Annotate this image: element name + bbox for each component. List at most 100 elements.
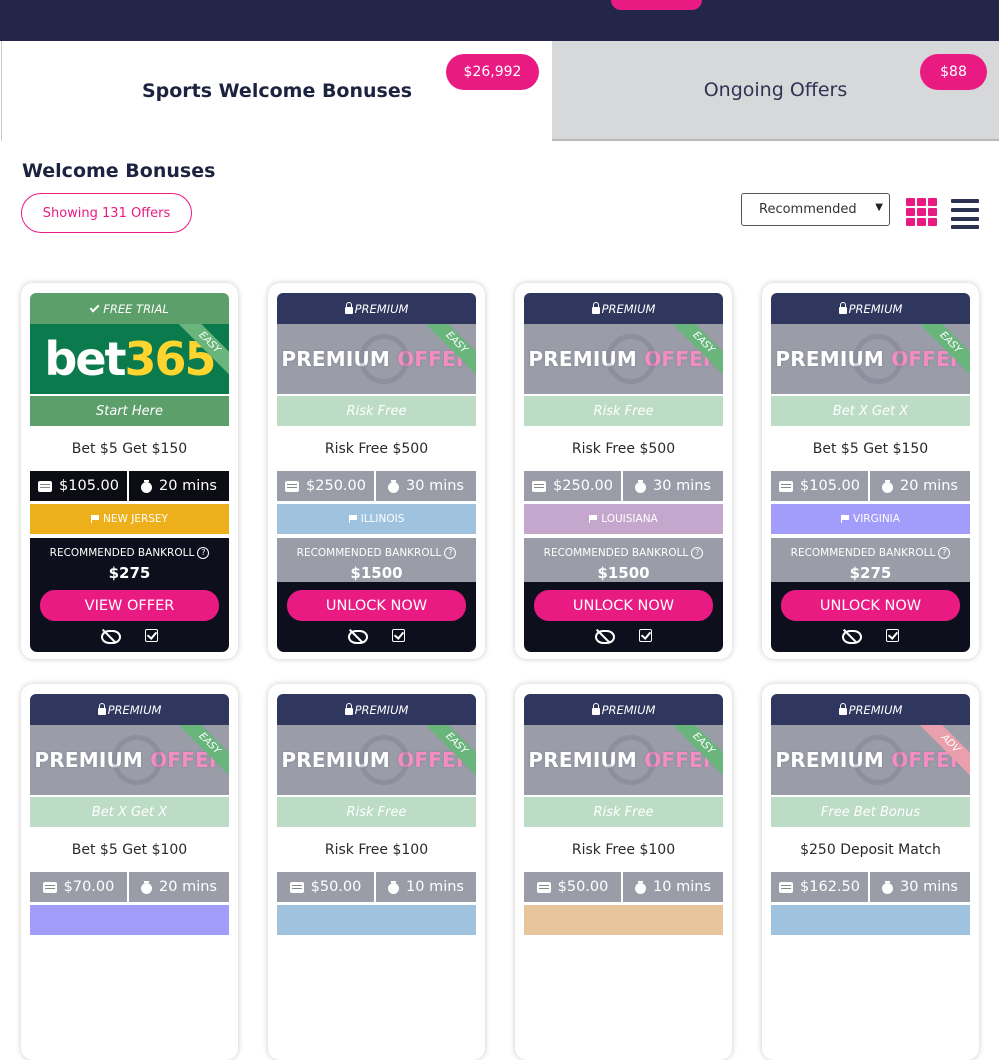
stopwatch-icon [388,880,400,894]
card-header: PREMIUM [277,694,476,725]
coins-icon [285,480,300,492]
coins-icon [532,480,547,492]
hide-icon[interactable] [101,629,121,644]
state-badge [277,905,476,935]
offer-title: Risk Free $500 [571,440,676,457]
offer-title: Bet $5 Get $150 [71,440,188,457]
offer-type-label: Free Bet Bonus [771,797,970,827]
offer-title: Risk Free $100 [571,841,676,858]
premium-offer-image[interactable]: PREMIUM OFFER EASY [277,324,476,394]
mark-done-icon[interactable] [392,629,405,642]
offer-card: FREE TRIAL bet365 EASY Start Here Bet $5… [21,283,238,659]
bankroll-panel: RECOMMENDED BANKROLL? $1500 UNLOCK NOW [277,538,476,652]
profit-value: $162.50 [771,872,868,902]
time-value: 30 mins [870,872,970,902]
coins-icon [289,881,304,893]
sort-select[interactable]: Recommended ▼ [741,193,890,226]
lock-icon [591,702,600,715]
state-badge: NEW JERSEY [30,504,229,534]
view-offer-button[interactable]: VIEW OFFER [40,590,219,621]
profit-value: $50.00 [524,872,621,902]
unlock-now-button[interactable]: UNLOCK NOW [534,590,713,621]
unlock-now-button[interactable]: UNLOCK NOW [781,590,960,621]
card-header: PREMIUM [277,293,476,324]
premium-offer-image[interactable]: PREMIUM OFFER ADV [771,725,970,795]
state-badge [771,905,970,935]
flag-icon [91,515,100,523]
bankroll-value: $275 [849,564,892,582]
offer-tabs: Sports Welcome Bonuses Ongoing Offers $2… [0,41,999,141]
state-badge: VIRGINIA [771,504,970,534]
stopwatch-icon [635,479,647,493]
mark-done-icon[interactable] [886,629,899,642]
unlock-now-button[interactable]: UNLOCK NOW [287,590,466,621]
hide-icon[interactable] [842,629,862,644]
time-value: 20 mins [870,471,970,501]
bet365-logo[interactable]: bet365 EASY [30,324,229,394]
time-value: 30 mins [376,471,476,501]
card-header: PREMIUM [771,293,970,324]
offer-card: PREMIUM PREMIUM OFFER EASY Risk Free Ris… [515,283,732,659]
flag-icon [348,515,358,523]
help-icon[interactable]: ? [938,547,951,559]
help-icon[interactable]: ? [691,547,704,559]
premium-offer-image[interactable]: PREMIUM OFFER EASY [277,725,476,795]
help-icon[interactable]: ? [197,547,210,559]
offer-title: $250 Deposit Match [800,841,941,858]
tab-label: Sports Welcome Bonuses [141,80,413,102]
lock-icon [838,702,847,715]
mark-done-icon[interactable] [145,629,158,642]
card-header: PREMIUM [524,694,723,725]
offer-type-label: Risk Free [524,396,723,426]
nav-pill-button[interactable] [611,0,702,10]
lock-icon [591,301,600,314]
state-badge: LOUISIANA [524,504,723,534]
premium-offer-image[interactable]: PREMIUM OFFER EASY [771,324,970,394]
stopwatch-icon [882,880,894,894]
list-view-icon[interactable] [951,198,979,229]
bankroll-panel: RECOMMENDED BANKROLL? $275 UNLOCK NOW [771,538,970,652]
card-header: PREMIUM [771,694,970,725]
coins-icon [536,881,551,893]
stopwatch-icon [141,880,153,894]
ongoing-total-badge: $88 [920,54,987,90]
sort-selected-value: Recommended [759,202,857,217]
premium-offer-image[interactable]: PREMIUM OFFER EASY [30,725,229,795]
premium-offer-image[interactable]: PREMIUM OFFER EASY [524,324,723,394]
profit-value: $105.00 [30,471,127,501]
bankroll-panel: RECOMMENDED BANKROLL? $1500 UNLOCK NOW [524,538,723,652]
offer-title: Bet $5 Get $150 [812,440,929,457]
time-value: 30 mins [623,471,723,501]
help-icon[interactable]: ? [444,547,457,559]
coins-icon [42,881,57,893]
mark-done-icon[interactable] [639,629,652,642]
card-header: PREMIUM [30,694,229,725]
flag-icon [589,515,598,523]
profit-value: $105.00 [771,471,868,501]
offer-type-label: Risk Free [277,396,476,426]
profit-value: $70.00 [30,872,127,902]
offer-card: PREMIUM PREMIUM OFFER ADV Free Bet Bonus… [762,684,979,1060]
card-header: FREE TRIAL [30,293,229,324]
offer-card: PREMIUM PREMIUM OFFER EASY Risk Free Ris… [268,684,485,1060]
time-value: 10 mins [376,872,476,902]
bankroll-value: $1500 [350,564,403,582]
hide-icon[interactable] [595,629,615,644]
hide-icon[interactable] [348,629,368,644]
stopwatch-icon [882,479,894,493]
offer-type-label: Bet X Get X [771,396,970,426]
bankroll-value: $1500 [597,564,650,582]
state-badge [524,905,723,935]
time-value: 20 mins [129,872,229,902]
state-badge: ILLINOIS [277,504,476,534]
showing-offers-button[interactable]: Showing 131 Offers [21,193,192,233]
profit-value: $50.00 [277,872,374,902]
stopwatch-icon [141,479,153,493]
grid-view-icon[interactable] [906,198,938,228]
profit-value: $250.00 [524,471,621,501]
lock-icon [344,301,353,314]
premium-offer-image[interactable]: PREMIUM OFFER EASY [524,725,723,795]
bankroll-value: $275 [108,564,151,582]
stopwatch-icon [635,880,647,894]
time-value: 10 mins [623,872,723,902]
